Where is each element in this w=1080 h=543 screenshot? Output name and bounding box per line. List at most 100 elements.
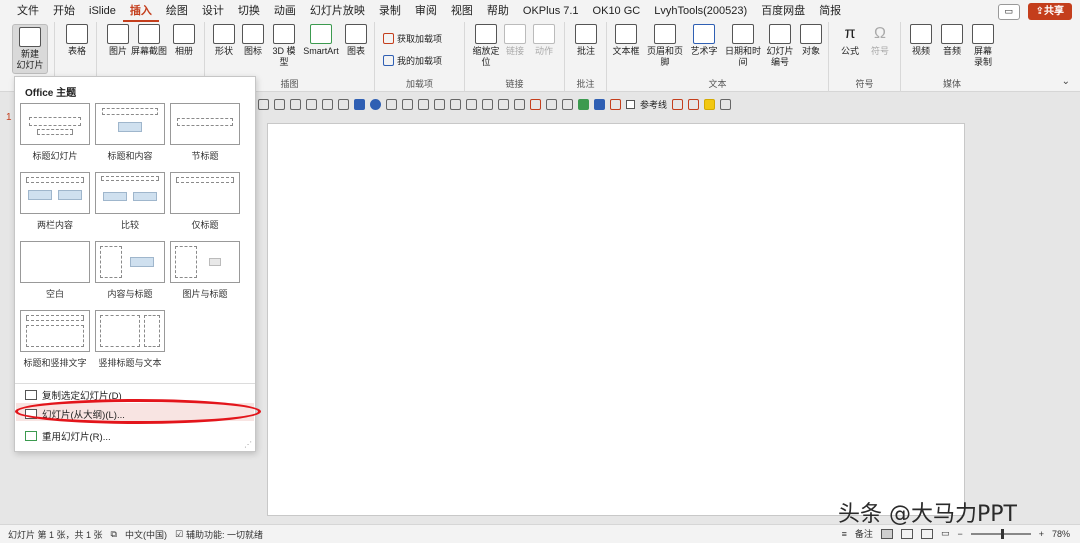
fill-circle-icon[interactable] <box>370 98 381 110</box>
tab-islide[interactable]: iSlide <box>82 0 123 22</box>
spellcheck-icon[interactable]: ⧉ <box>111 529 117 540</box>
align-left-icon[interactable] <box>258 98 269 110</box>
screenshot-button[interactable]: 屏幕截图 <box>131 24 167 57</box>
comments-icon[interactable]: ▭ <box>997 3 1020 20</box>
layout-title-only[interactable]: 仅标题 <box>170 172 240 231</box>
slide-canvas[interactable] <box>267 123 965 516</box>
layout-blank[interactable]: 空白 <box>20 241 90 300</box>
zoom-slider[interactable] <box>970 528 1031 539</box>
album-button[interactable]: 相册 <box>171 24 197 57</box>
zoom-in-icon[interactable]: + <box>1039 529 1044 539</box>
language-indicator[interactable]: 中文(中国) <box>125 528 167 541</box>
get-addins-button[interactable]: 获取加载项 <box>383 32 442 45</box>
symbol-button[interactable]: Ω 符号 <box>867 24 893 57</box>
highlight-icon[interactable] <box>704 98 716 110</box>
zoom-level[interactable]: 78% <box>1052 529 1070 539</box>
zoom-out-icon[interactable]: − <box>957 529 962 539</box>
frame-icon[interactable] <box>688 98 700 110</box>
tab-insert[interactable]: 插入 <box>122 0 159 22</box>
action-button[interactable]: 动作 <box>531 24 557 57</box>
video-button[interactable]: 视频 <box>907 24 935 57</box>
tab-slideshow[interactable]: 幻灯片放映 <box>303 0 372 22</box>
table-tool-icon[interactable] <box>562 98 573 110</box>
wordart-button[interactable]: 艺术字 <box>689 24 719 57</box>
slide-sorter-icon[interactable] <box>900 528 913 539</box>
tab-design[interactable]: 设计 <box>195 0 231 22</box>
comment-button[interactable]: 批注 <box>573 24 599 57</box>
zoom-slider-thumb[interactable] <box>1000 528 1004 539</box>
resize-grip-icon[interactable]: ⋰ <box>244 440 252 449</box>
reuse-slides-item[interactable]: 重用幻灯片(R)... <box>25 429 111 443</box>
accessibility-status[interactable]: 辅助功能: 一切就绪 <box>186 528 263 541</box>
bar-chart-icon[interactable] <box>594 98 605 110</box>
tab-ok10[interactable]: OK10 GC <box>586 0 648 22</box>
layout-title-vertical-text[interactable]: 标题和竖排文字 <box>20 310 90 369</box>
slideshow-icon[interactable]: ▭ <box>941 528 950 539</box>
text-direction-icon[interactable] <box>546 98 557 110</box>
layout-content-caption[interactable]: 内容与标题 <box>95 241 165 300</box>
tab-baidu[interactable]: 百度网盘 <box>754 0 812 22</box>
object-button[interactable]: 对象 <box>797 24 825 57</box>
normal-view-icon[interactable] <box>880 528 893 539</box>
group-icon[interactable] <box>482 98 493 110</box>
layout-title-content[interactable]: 标题和内容 <box>95 103 165 162</box>
layout-vertical-title-text[interactable]: 竖排标题与文本 <box>95 310 165 369</box>
tab-file[interactable]: 文件 <box>10 0 46 22</box>
more-tools-icon[interactable] <box>720 98 732 110</box>
zoom-button[interactable]: 缩放定位 <box>471 24 501 68</box>
icons-button[interactable]: 图标 <box>241 24 265 57</box>
layout-picture-caption[interactable]: 图片与标题 <box>170 241 240 300</box>
layout-section-header[interactable]: 节标题 <box>170 103 240 162</box>
tab-lvyhtools[interactable]: LvyhTools(200523) <box>647 0 754 22</box>
my-addins-button[interactable]: 我的加载项 <box>383 54 442 67</box>
slide-thumbnail-pane[interactable] <box>0 92 14 524</box>
shapes-button[interactable]: 形状 <box>211 24 237 57</box>
tab-draw[interactable]: 绘图 <box>159 0 195 22</box>
header-footer-button[interactable]: 页眉和页脚 <box>643 24 687 68</box>
tab-help[interactable]: 帮助 <box>480 0 516 22</box>
fill-color-icon[interactable] <box>386 98 397 110</box>
tab-record[interactable]: 录制 <box>372 0 408 22</box>
screen-record-button[interactable]: 屏幕 录制 <box>969 24 997 68</box>
align-right-icon[interactable] <box>290 98 301 110</box>
tab-transitions[interactable]: 切换 <box>231 0 267 22</box>
pointer-icon[interactable] <box>672 98 684 110</box>
reading-view-icon[interactable] <box>920 528 933 539</box>
shape-style-icon[interactable] <box>338 98 349 110</box>
share-button[interactable]: ⇪共享 <box>1027 3 1072 20</box>
align-top-icon[interactable] <box>306 98 317 110</box>
tab-home[interactable]: 开始 <box>46 0 82 22</box>
table-button[interactable]: 表格 <box>63 24 91 57</box>
tab-view[interactable]: 视图 <box>444 0 480 22</box>
crop-icon[interactable] <box>466 98 477 110</box>
textbox-button[interactable]: 文本框 <box>611 24 641 57</box>
collapse-ribbon-icon[interactable]: ⌄ <box>1062 76 1070 87</box>
layout-comparison[interactable]: 比较 <box>95 172 165 231</box>
rotate-icon[interactable] <box>322 98 333 110</box>
3d-model-button[interactable]: 3D 模型 <box>269 24 299 68</box>
color-picker-icon[interactable] <box>530 98 541 110</box>
tab-briefing[interactable]: 简报 <box>812 0 848 22</box>
picture-button[interactable]: 图片 <box>105 24 131 57</box>
tab-review[interactable]: 审阅 <box>408 0 444 22</box>
distribute-icon[interactable] <box>578 98 589 110</box>
chart-button[interactable]: 图表 <box>343 24 369 57</box>
merge-shapes-icon[interactable] <box>514 98 525 110</box>
new-slide-button[interactable]: 新建 幻灯片 <box>12 24 48 74</box>
datetime-button[interactable]: 日期和时间 <box>721 24 765 68</box>
eyedropper-icon[interactable] <box>434 98 445 110</box>
audio-button[interactable]: 音频 <box>939 24 965 57</box>
tab-okplus[interactable]: OKPlus 7.1 <box>516 0 586 22</box>
tab-animations[interactable]: 动画 <box>267 0 303 22</box>
layout-two-content[interactable]: 两栏内容 <box>20 172 90 231</box>
pen-icon[interactable] <box>402 98 413 110</box>
outline-icon[interactable] <box>418 98 429 110</box>
slide-number-button[interactable]: 幻灯片 编号 <box>765 24 795 68</box>
link-button[interactable]: 链接 <box>503 24 527 57</box>
align-center-icon[interactable] <box>274 98 285 110</box>
grid-icon[interactable] <box>610 98 621 110</box>
notes-button[interactable]: 备注 <box>855 527 873 540</box>
fill-square-icon[interactable] <box>354 98 365 110</box>
brush-icon[interactable] <box>450 98 461 110</box>
layout-title-slide[interactable]: 标题幻灯片 <box>20 103 90 162</box>
